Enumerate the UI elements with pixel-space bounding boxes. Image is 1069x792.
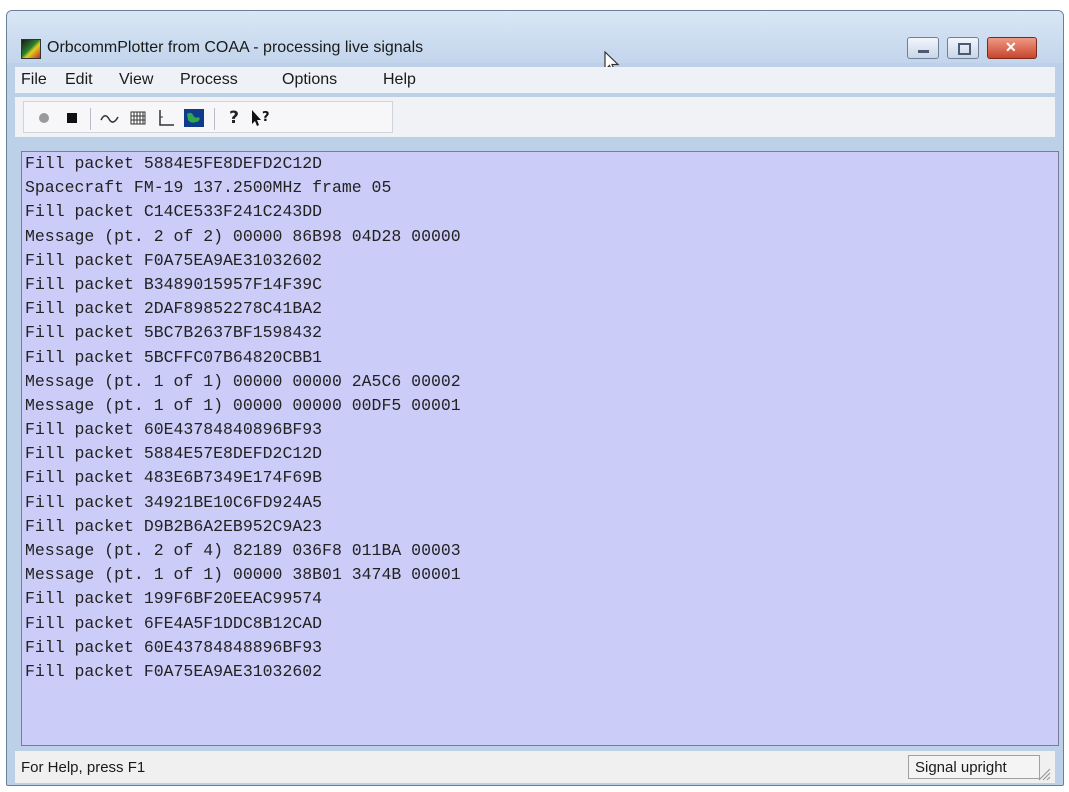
grid-icon[interactable] xyxy=(128,108,148,128)
log-line: Fill packet 199F6BF20EEAC99574 xyxy=(25,589,323,609)
log-line: Fill packet D9B2B6A2EB952C9A23 xyxy=(25,516,323,536)
log-line: Message (pt. 2 of 2) 00000 86B98 04D28 0… xyxy=(25,226,461,246)
log-line: Spacecraft FM-19 137.2500MHz frame 05 xyxy=(25,178,392,198)
log-line: Fill packet C14CE533F241C243DD xyxy=(25,202,323,222)
log-line: Message (pt. 1 of 1) 00000 00000 00DF5 0… xyxy=(25,395,461,415)
log-line: Fill packet 2DAF89852278C41BA2 xyxy=(25,299,323,319)
log-line: Fill packet 60E43784840896BF93 xyxy=(25,420,323,440)
record-icon[interactable] xyxy=(34,108,54,128)
stop-icon[interactable] xyxy=(62,108,82,128)
waveform-icon[interactable] xyxy=(100,108,120,128)
log-line: Fill packet F0A75EA9AE31032602 xyxy=(25,661,323,681)
log-line: Fill packet 483E6B7349E174F69B xyxy=(25,468,323,488)
log-line: Message (pt. 1 of 1) 00000 38B01 3474B 0… xyxy=(25,565,461,585)
log-line: Fill packet 6FE4A5F1DDC8B12CAD xyxy=(25,613,323,633)
app-logo-icon xyxy=(21,39,41,59)
log-line: Fill packet 5BCFFC07B64820CBB1 xyxy=(25,347,323,367)
log-line: Message (pt. 2 of 4) 82189 036F8 011BA 0… xyxy=(25,541,461,560)
log-line: Message (pt. 1 of 1) 00000 00000 2A5C6 0… xyxy=(25,371,461,391)
log-line: Fill packet F0A75EA9AE31032602 xyxy=(25,250,323,270)
resize-grip-icon[interactable] xyxy=(1035,765,1051,781)
menu-file[interactable]: File xyxy=(21,71,47,89)
signal-status-panel: Signal upright xyxy=(908,755,1040,779)
log-output-pane[interactable]: Fill packet 5884E5FE8DEFD2C12D Spacecraft… xyxy=(21,151,1059,746)
menu-view[interactable]: View xyxy=(119,71,153,89)
context-help-icon[interactable]: ? xyxy=(250,108,270,128)
menu-help[interactable]: Help xyxy=(383,71,416,89)
toolbar-separator xyxy=(214,108,215,130)
log-line: Fill packet 5884E5FE8DEFD2C12D xyxy=(25,154,323,173)
log-line: Fill packet 34921BE10C6FD924A5 xyxy=(25,492,323,512)
menu-options[interactable]: Options xyxy=(282,71,337,89)
log-line: Fill packet 5BC7B2637BF1598432 xyxy=(25,323,323,343)
menu-bar: File Edit View Process Options Help xyxy=(15,67,1055,93)
minimize-button[interactable] xyxy=(907,37,939,59)
window-title: OrbcommPlotter from COAA - processing li… xyxy=(47,39,424,56)
axes-icon[interactable] xyxy=(156,108,176,128)
map-icon[interactable] xyxy=(184,108,204,128)
log-line: Fill packet 60E43784848896BF93 xyxy=(25,637,323,657)
maximize-button[interactable] xyxy=(947,37,979,59)
toolbar: ? ? xyxy=(15,97,1055,138)
app-window: OrbcommPlotter from COAA - processing li… xyxy=(6,10,1064,786)
log-line: Fill packet 5884E57E8DEFD2C12D xyxy=(25,444,323,464)
menu-edit[interactable]: Edit xyxy=(65,71,93,89)
status-bar: For Help, press F1 Signal upright xyxy=(15,751,1055,783)
toolbar-group: ? ? xyxy=(23,101,393,133)
title-bar[interactable]: OrbcommPlotter from COAA - processing li… xyxy=(7,11,1063,74)
svg-text:?: ? xyxy=(262,110,270,125)
close-button[interactable] xyxy=(987,37,1037,59)
log-line: Fill packet B3489015957F14F39C xyxy=(25,274,323,294)
status-help-text: For Help, press F1 xyxy=(21,759,146,776)
toolbar-separator xyxy=(90,108,91,130)
help-icon[interactable]: ? xyxy=(224,108,244,128)
menu-process[interactable]: Process xyxy=(180,71,238,89)
